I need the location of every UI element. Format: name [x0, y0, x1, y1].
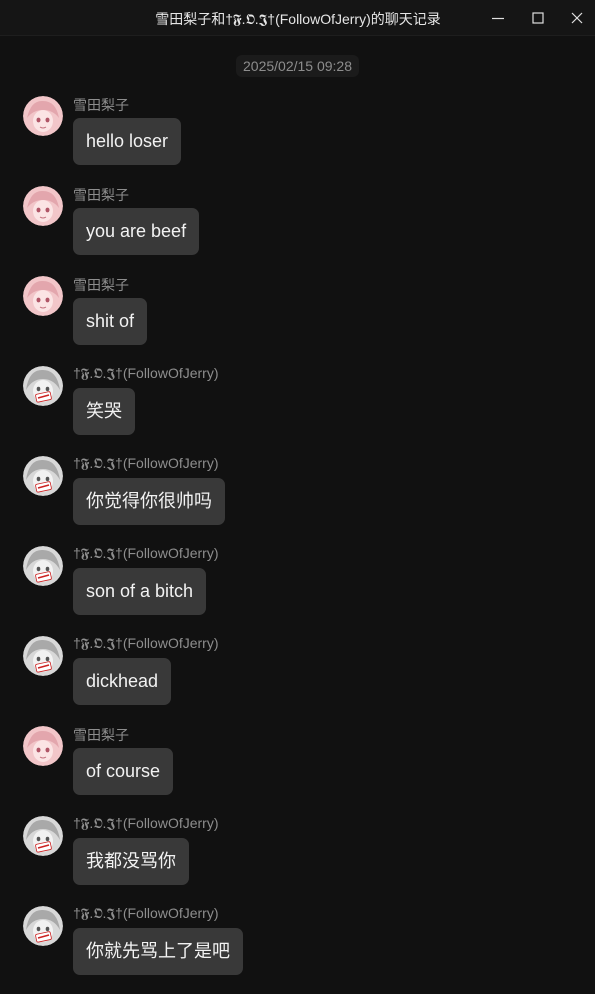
- gray-anime-avatar[interactable]: [23, 546, 63, 586]
- message-bubble[interactable]: 你就先骂上了是吧: [73, 928, 243, 975]
- message-bubble[interactable]: hello loser: [73, 118, 182, 165]
- close-button[interactable]: [563, 6, 591, 30]
- message-item: †𝕱.𝕺.𝕵†(FollowOfJerry) 笑哭: [0, 364, 595, 454]
- message-bubble[interactable]: son of a bitch: [73, 568, 207, 615]
- sender-name: †𝕱.𝕺.𝕵†(FollowOfJerry): [73, 635, 219, 651]
- message-bubble[interactable]: 笑哭: [73, 388, 135, 435]
- minimize-icon: [492, 17, 504, 20]
- maximize-icon: [532, 12, 544, 24]
- pink-anime-avatar[interactable]: [23, 276, 63, 316]
- message-item: †𝕱.𝕺.𝕵†(FollowOfJerry) son of a bitch: [0, 544, 595, 634]
- sender-name: 雪田梨子: [73, 187, 129, 203]
- message-bubble[interactable]: 你觉得你很帅吗: [73, 478, 225, 525]
- pink-anime-avatar[interactable]: [23, 726, 63, 766]
- close-icon: [571, 12, 583, 24]
- message-item: 雪田梨子 shit of: [0, 274, 595, 364]
- gray-anime-avatar[interactable]: [23, 366, 63, 406]
- message-bubble[interactable]: dickhead: [73, 658, 172, 705]
- sender-name: †𝕱.𝕺.𝕵†(FollowOfJerry): [73, 905, 219, 921]
- timestamp-label: 2025/02/15 09:28: [236, 55, 359, 77]
- sender-name: †𝕱.𝕺.𝕵†(FollowOfJerry): [73, 545, 219, 561]
- message-item: †𝕱.𝕺.𝕵†(FollowOfJerry) dickhead: [0, 634, 595, 724]
- sender-name: †𝕱.𝕺.𝕵†(FollowOfJerry): [73, 815, 219, 831]
- message-bubble[interactable]: you are beef: [73, 208, 200, 255]
- sender-name: †𝕱.𝕺.𝕵†(FollowOfJerry): [73, 365, 219, 381]
- message-bubble[interactable]: shit of: [73, 298, 148, 345]
- message-item: 雪田梨子 of course: [0, 724, 595, 814]
- sender-name: 雪田梨子: [73, 97, 129, 113]
- sender-name: †𝕱.𝕺.𝕵†(FollowOfJerry): [73, 455, 219, 471]
- message-item: 雪田梨子 hello loser: [0, 94, 595, 184]
- message-item: †𝕱.𝕺.𝕵†(FollowOfJerry) 你觉得你很帅吗: [0, 454, 595, 544]
- gray-anime-avatar[interactable]: [23, 456, 63, 496]
- message-item: †𝕱.𝕺.𝕵†(FollowOfJerry) 你就先骂上了是吧: [0, 904, 595, 994]
- sender-name: 雪田梨子: [73, 277, 129, 293]
- maximize-button[interactable]: [524, 6, 552, 30]
- message-bubble[interactable]: of course: [73, 748, 174, 795]
- gray-anime-avatar[interactable]: [23, 816, 63, 856]
- date-separator: 2025/02/15 09:28: [0, 55, 595, 77]
- gray-anime-avatar[interactable]: [23, 906, 63, 946]
- pink-anime-avatar[interactable]: [23, 186, 63, 226]
- gray-anime-avatar[interactable]: [23, 636, 63, 676]
- title-bar: 雪田梨子和†𝕱.𝕺.𝕵†(FollowOfJerry)的聊天记录: [0, 0, 595, 36]
- message-item: †𝕱.𝕺.𝕵†(FollowOfJerry) 我都没骂你: [0, 814, 595, 904]
- pink-anime-avatar[interactable]: [23, 96, 63, 136]
- message-item: 雪田梨子 you are beef: [0, 184, 595, 274]
- window-title: 雪田梨子和†𝕱.𝕺.𝕵†(FollowOfJerry)的聊天记录: [155, 11, 441, 27]
- message-bubble[interactable]: 我都没骂你: [73, 838, 189, 885]
- sender-name: 雪田梨子: [73, 727, 129, 743]
- minimize-button[interactable]: [484, 6, 512, 30]
- message-list: 雪田梨子 hello loser 雪田梨子 you are beef 雪田梨子 shit …: [0, 94, 595, 994]
